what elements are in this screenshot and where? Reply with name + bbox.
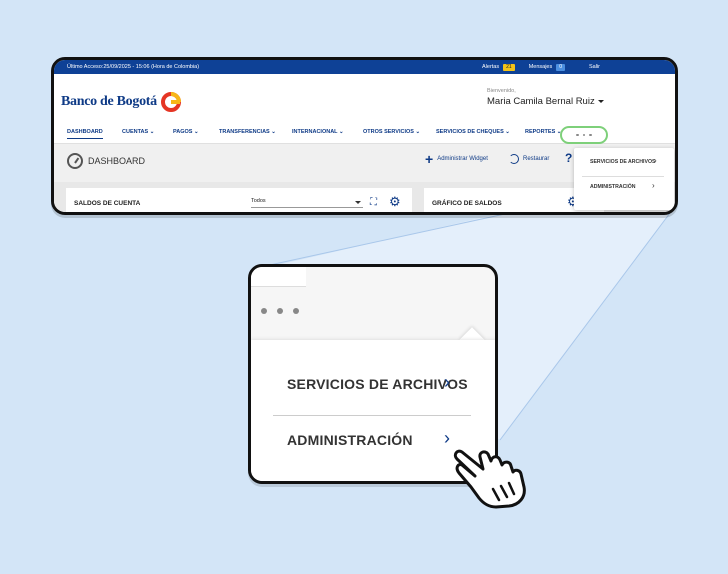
- nav-label: CUENTAS: [122, 129, 149, 135]
- page-title: DASHBOARD: [88, 156, 146, 166]
- help-icon[interactable]: ?: [565, 151, 572, 165]
- admin-widget-button[interactable]: + Administrar Widget: [425, 151, 488, 167]
- menu-divider: [582, 176, 664, 177]
- messages-count-badge: 0: [556, 63, 566, 71]
- select-value: Todos: [251, 198, 266, 204]
- nav-item-dashboard[interactable]: DASHBOARD: [67, 129, 103, 139]
- chevron-right-icon: ›: [654, 156, 657, 165]
- chevron-down-icon: [597, 100, 604, 103]
- bank-logo-icon: [160, 92, 181, 112]
- admin-widget-label: Administrar Widget: [437, 156, 488, 162]
- dot-icon: [277, 308, 283, 314]
- restore-button[interactable]: Restaurar: [509, 154, 549, 164]
- nav-label: PAGOS: [173, 129, 193, 135]
- dot-icon: [589, 133, 592, 137]
- nav-label: REPORTES: [525, 129, 556, 135]
- dot-icon: [576, 133, 579, 137]
- widget-title: GRÁFICO DE SALDOS: [432, 200, 502, 207]
- restore-icon: [509, 154, 519, 164]
- alerts-link[interactable]: Alertas: [482, 64, 499, 70]
- expand-icon[interactable]: ⛶: [370, 197, 377, 208]
- restore-label: Restaurar: [523, 156, 550, 162]
- nav-item-otros-servicios[interactable]: OTROS SERVICIOS ⌄: [363, 129, 420, 135]
- nav-item-internacional[interactable]: INTERNACIONAL ⌄: [292, 129, 344, 135]
- menu-item-servicios-archivos-zoomed[interactable]: SERVICIOS DE ARCHIVOS: [287, 376, 468, 392]
- dot-icon: [582, 133, 586, 137]
- banking-window: Último Acceso:25/09/2025 - 15:06 (Hora d…: [51, 57, 678, 215]
- exit-link[interactable]: Salir: [589, 64, 600, 70]
- nav-label: TRANSFERENCIAS: [219, 129, 270, 135]
- dot-icon: [293, 308, 299, 314]
- last-access-text: Último Acceso:25/09/2025 - 15:06 (Hora d…: [67, 64, 200, 70]
- chevron-right-icon: ›: [444, 372, 450, 392]
- hand-pointer-icon: [453, 449, 526, 509]
- chevron-right-icon: ›: [652, 181, 655, 190]
- gauge-icon: [67, 153, 83, 169]
- nav-item-pagos[interactable]: PAGOS ⌄: [173, 129, 199, 135]
- bank-logo[interactable]: Banco de Bogotá: [61, 91, 182, 113]
- zoom-top-strip: [251, 267, 306, 287]
- nav-item-cuentas[interactable]: CUENTAS ⌄: [122, 129, 154, 135]
- nav-label: INTERNACIONAL: [292, 129, 338, 135]
- messages-link[interactable]: Mensajes: [529, 64, 553, 70]
- widget-title: SALDOS DE CUENTA: [74, 200, 141, 207]
- plus-icon: +: [425, 151, 434, 167]
- menu-item-administracion[interactable]: ADMINISTRACIÓN: [590, 184, 636, 190]
- top-info-bar: Último Acceso:25/09/2025 - 15:06 (Hora d…: [54, 60, 675, 74]
- header: Banco de Bogotá Bienvenido, Maria Camila…: [54, 74, 675, 122]
- saldos-widget: SALDOS DE CUENTA Todos ⛶ ⚙: [66, 188, 412, 212]
- nav-item-reportes[interactable]: REPORTES ⌄: [525, 129, 561, 135]
- nav-label: SERVICIOS DE CHEQUES: [436, 129, 504, 135]
- chevron-down-icon: [355, 201, 361, 204]
- main-nav: DASHBOARD CUENTAS ⌄ PAGOS ⌄ TRANSFERENCI…: [54, 122, 675, 144]
- menu-divider: [273, 415, 471, 416]
- nav-label: OTROS SERVICIOS: [363, 129, 414, 135]
- more-dropdown-menu: SERVICIOS DE ARCHIVOS › ADMINISTRACIÓN ›: [574, 148, 674, 210]
- more-menu-button-zoomed[interactable]: [261, 308, 299, 314]
- bank-name: Banco de Bogotá: [61, 94, 157, 109]
- nav-item-transferencias[interactable]: TRANSFERENCIAS ⌄: [219, 129, 276, 135]
- welcome-text: Bienvenido,: [487, 88, 516, 94]
- more-menu-button[interactable]: [560, 126, 608, 144]
- account-filter-select[interactable]: Todos: [251, 198, 363, 208]
- menu-item-administracion-zoomed[interactable]: ADMINISTRACIÓN: [287, 432, 413, 448]
- user-name: Maria Camila Bernal Ruiz: [487, 96, 595, 107]
- user-info: Bienvenido, Maria Camila Bernal Ruiz: [487, 88, 604, 107]
- dot-icon: [261, 308, 267, 314]
- alerts-count-badge: 21: [503, 63, 515, 71]
- menu-item-servicios-archivos[interactable]: SERVICIOS DE ARCHIVOS: [590, 159, 655, 165]
- nav-item-servicios-cheques[interactable]: SERVICIOS DE CHEQUES ⌄: [436, 129, 510, 135]
- gear-icon[interactable]: ⚙: [389, 194, 401, 210]
- user-menu[interactable]: Maria Camila Bernal Ruiz: [487, 96, 604, 107]
